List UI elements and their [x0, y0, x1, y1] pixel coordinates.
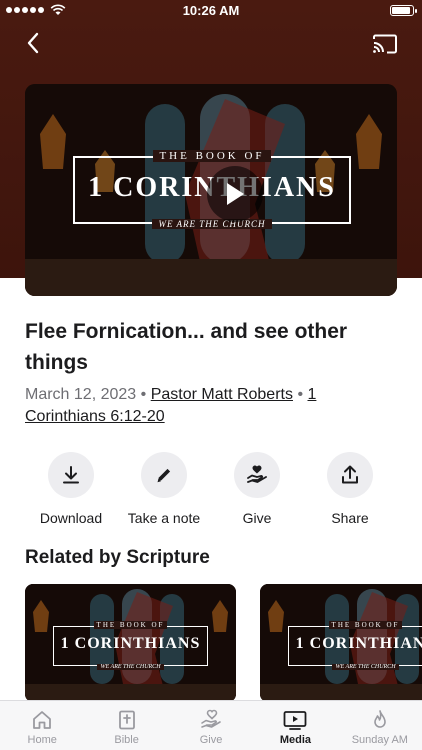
- sermon-meta: March 12, 2023 • Pastor Matt Roberts • 1…: [25, 384, 400, 428]
- give-icon: [247, 465, 267, 483]
- share-circle[interactable]: [327, 452, 373, 498]
- series-sub-text: WE ARE THE CHURCH: [152, 219, 272, 229]
- flame-icon: [374, 710, 386, 728]
- meta-separator: •: [140, 386, 147, 403]
- related-card[interactable]: THE BOOK OF 1 CORINTHIANS WE ARE THE CHU…: [260, 584, 422, 702]
- share-button[interactable]: Share: [300, 452, 400, 526]
- tab-label: Home: [27, 734, 57, 746]
- action-row: Download Take a note Give Share: [0, 452, 422, 532]
- cast-button[interactable]: [370, 30, 400, 58]
- download-circle[interactable]: [48, 452, 94, 498]
- sermon-title: Flee Fornication... and see other things: [25, 320, 348, 374]
- play-button[interactable]: [207, 166, 263, 222]
- tab-bible[interactable]: Bible: [84, 701, 168, 750]
- bible-icon: [118, 710, 135, 730]
- series-sub-text: WE ARE THE CHURCH: [332, 664, 399, 670]
- series-top-text: THE BOOK OF: [328, 621, 403, 629]
- status-time: 10:26 AM: [182, 3, 240, 18]
- sermon-date: March 12, 2023: [25, 386, 137, 403]
- give-icon: [201, 709, 221, 728]
- series-title-box: THE BOOK OF 1 CORINTHIANS WE ARE THE CHU…: [53, 621, 208, 670]
- related-card[interactable]: THE BOOK OF 1 CORINTHIANS WE ARE THE CHU…: [25, 584, 236, 702]
- cast-icon: [373, 34, 397, 54]
- video-player[interactable]: THE BOOK OF 1 CORINTHIANS WE ARE THE CHU…: [25, 84, 397, 296]
- share-label: Share: [331, 510, 369, 526]
- tab-give[interactable]: Give: [169, 701, 253, 750]
- play-icon: [227, 183, 244, 205]
- series-title-box: THE BOOK OF 1 CORINTHIANS WE ARE THE CHU…: [288, 621, 422, 670]
- take-note-label: Take a note: [127, 510, 201, 526]
- media-icon: [284, 711, 307, 730]
- download-button[interactable]: Download: [21, 452, 121, 526]
- tab-bar: Home Bible Give Media Sunday AM: [0, 700, 422, 750]
- chevron-left-icon: [27, 32, 39, 54]
- tab-media[interactable]: Media: [253, 701, 337, 750]
- tab-sunday-am[interactable]: Sunday AM: [338, 701, 422, 750]
- series-main-text: 1 CORINTHIANS: [60, 635, 201, 652]
- tab-label: Give: [199, 734, 223, 746]
- home-icon: [33, 711, 52, 729]
- status-bar: 10:26 AM: [0, 0, 422, 22]
- series-sub-text: WE ARE THE CHURCH: [97, 664, 164, 670]
- tab-label: Bible: [114, 734, 139, 746]
- series-top-text: THE BOOK OF: [93, 621, 168, 629]
- tab-home[interactable]: Home: [0, 701, 84, 750]
- series-top-text: THE BOOK OF: [153, 150, 271, 162]
- pencil-icon: [157, 468, 171, 483]
- give-label: Give: [242, 510, 272, 526]
- tab-label: Media: [279, 734, 312, 746]
- download-icon: [63, 466, 79, 484]
- related-heading: Related by Scripture: [25, 547, 210, 568]
- series-main-text: 1 CORINTHIANS: [295, 635, 422, 652]
- speaker-link[interactable]: Pastor Matt Roberts: [151, 386, 293, 403]
- share-icon: [342, 465, 358, 484]
- meta-separator: •: [297, 386, 304, 403]
- give-button[interactable]: Give: [207, 452, 307, 526]
- battery-icon: [390, 5, 417, 16]
- download-label: Download: [39, 510, 103, 526]
- tab-label: Sunday AM: [351, 734, 408, 746]
- give-circle[interactable]: [234, 452, 280, 498]
- back-button[interactable]: [18, 28, 48, 58]
- take-note-circle[interactable]: [141, 452, 187, 498]
- take-note-button[interactable]: Take a note: [114, 452, 214, 526]
